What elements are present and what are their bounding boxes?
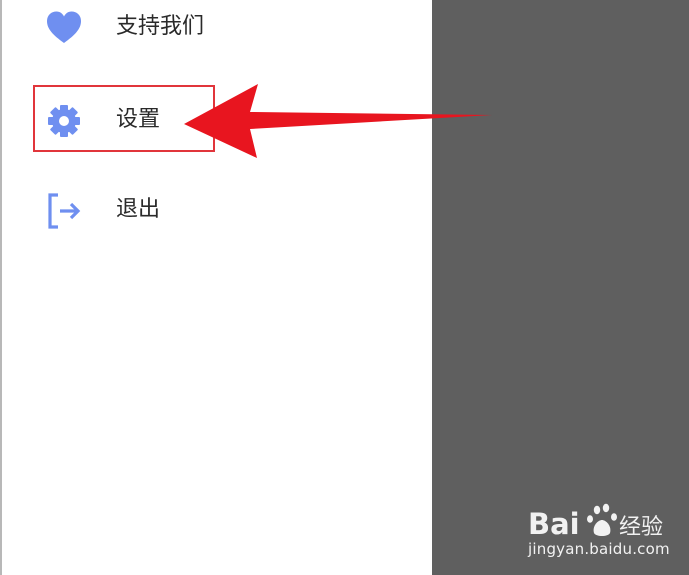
menu-item-label: 退出 — [116, 197, 161, 222]
svg-text:经验: 经验 — [619, 515, 663, 540]
baidu-jingyan-watermark: Bai 经验 jingyan.baidu.com — [528, 502, 678, 562]
settings-highlight-box — [33, 85, 215, 152]
baidu-logo-icon: Bai 经验 — [528, 503, 663, 540]
watermark-url: jingyan.baidu.com — [528, 540, 670, 558]
menu-item-label: 支持我们 — [116, 14, 205, 39]
logout-icon — [44, 193, 84, 229]
menu-item-support[interactable]: 支持我们 — [2, 0, 432, 58]
menu-item-logout[interactable]: 退出 — [2, 181, 432, 241]
heart-icon — [44, 10, 84, 46]
svg-text:Bai: Bai — [528, 507, 580, 540]
